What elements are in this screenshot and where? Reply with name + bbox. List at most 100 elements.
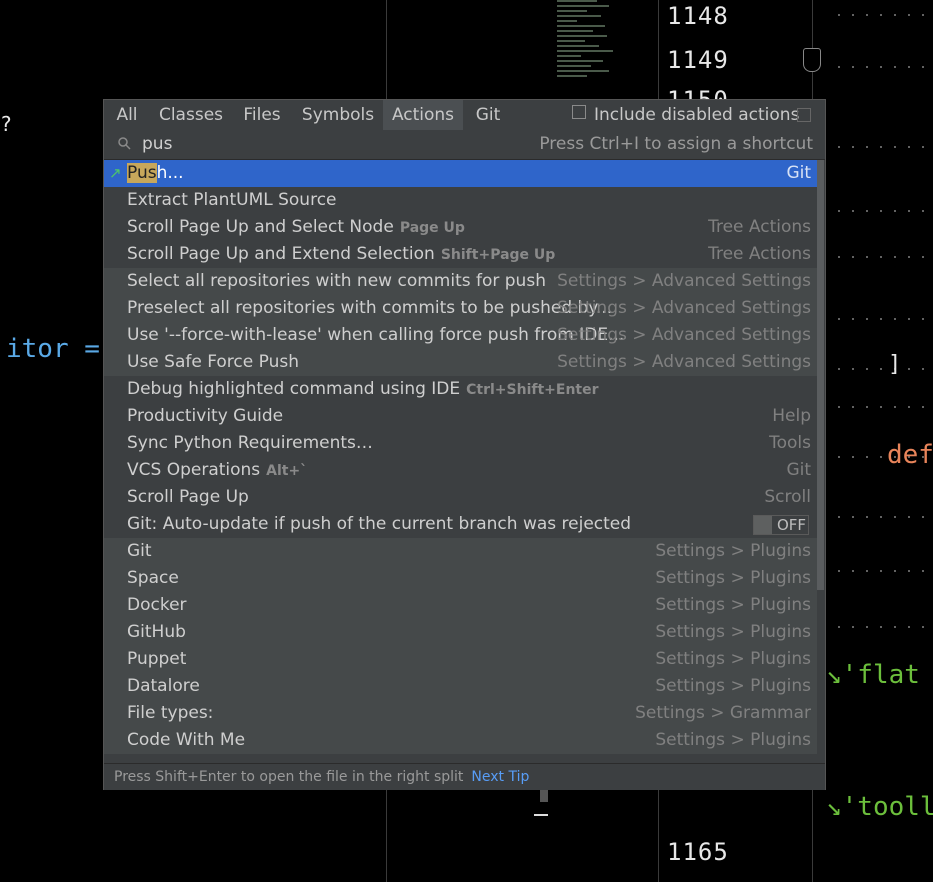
result-label-text: Scroll Page Up and Extend Selection	[127, 244, 435, 264]
result-label: VCS Operations Alt+`	[127, 457, 307, 485]
result-row[interactable]: Scroll Page Up and Extend Selection Shift…	[104, 241, 817, 268]
shortcut-hint: Press Ctrl+I to assign a shortcut	[539, 134, 813, 154]
result-category: Settings > Plugins	[655, 595, 811, 615]
pin-icon[interactable]	[797, 108, 811, 122]
minimap[interactable]	[557, 0, 617, 100]
result-row[interactable]: VCS Operations Alt+` Git	[104, 457, 817, 484]
whitespace-dots	[832, 146, 932, 148]
result-label-text: Scroll Page Up and Select Node	[127, 217, 394, 237]
tab-actions[interactable]: Actions	[383, 100, 463, 130]
result-label: Debug highlighted command using IDE Ctrl+…	[127, 376, 599, 404]
tab-classes[interactable]: Classes	[154, 100, 228, 130]
code-fragment: ↘'flat	[826, 660, 920, 690]
tab-symbols[interactable]: Symbols	[297, 100, 379, 130]
result-label-text: Productivity Guide	[127, 406, 284, 426]
footer-bar: Press Shift+Enter to open the file in th…	[104, 763, 825, 790]
push-arrow-icon: ↗	[109, 164, 122, 182]
result-label-text: Extract PlantUML Source	[127, 190, 337, 210]
result-label: Sync Python Requirements…	[127, 430, 373, 457]
result-row[interactable]: Space Settings > Plugins	[104, 565, 817, 592]
result-label-text: File types:	[127, 703, 214, 723]
fold-marker-icon[interactable]	[803, 48, 821, 72]
result-category: Settings > Plugins	[655, 541, 811, 561]
result-row[interactable]: Debug highlighted command using IDE Ctrl+…	[104, 376, 817, 403]
code-fragment: itor =	[6, 334, 100, 364]
result-row[interactable]: Puppet Settings > Plugins	[104, 646, 817, 673]
result-label-text: Debug highlighted command using IDE	[127, 379, 461, 399]
whitespace-dots	[832, 626, 932, 628]
whitespace-dots	[832, 318, 932, 320]
result-row[interactable]: Use Safe Force Push Settings > Advanced S…	[104, 349, 817, 376]
result-label: Use '--force-with-lease' when calling fo…	[127, 322, 624, 349]
result-label-text: Code With Me	[127, 730, 246, 750]
line-number: 1165	[667, 838, 729, 866]
footer-tip: Press Shift+Enter to open the file in th…	[114, 769, 464, 785]
results-scrollbar[interactable]	[817, 160, 824, 590]
line-number: 1149	[667, 46, 729, 74]
result-row[interactable]: Select all repositories with new commits…	[104, 268, 817, 295]
search-icon	[118, 137, 131, 150]
result-shortcut: Ctrl+Shift+Enter	[466, 382, 599, 398]
search-bar: pus Press Ctrl+I to assign a shortcut	[104, 130, 825, 160]
result-label: Git	[127, 538, 152, 565]
result-category: Settings > Plugins	[655, 622, 811, 642]
result-label: Extract PlantUML Source	[127, 187, 337, 214]
result-row[interactable]: Scroll Page Up Scroll	[104, 484, 817, 511]
result-label-text: Select all repositories with new commits…	[127, 271, 546, 291]
result-row[interactable]: Datalore Settings > Plugins	[104, 673, 817, 700]
result-label: GitHub	[127, 619, 186, 646]
result-label-text: Preselect all repositories with commits …	[127, 298, 613, 318]
code-fragment: ↘'tooll	[826, 792, 933, 822]
next-tip-link[interactable]: Next Tip	[471, 769, 529, 785]
tab-git[interactable]: Git	[470, 100, 506, 130]
result-row[interactable]: GitHub Settings > Plugins	[104, 619, 817, 646]
result-category: Settings > Advanced Settings	[557, 271, 811, 291]
result-label: Docker	[127, 592, 187, 619]
result-row[interactable]: Scroll Page Up and Select Node Page Up Tre…	[104, 214, 817, 241]
result-label-text: Sync Python Requirements…	[127, 433, 373, 453]
result-row[interactable]: Git Settings > Plugins	[104, 538, 817, 565]
result-label-text: Use '--force-with-lease' when calling fo…	[127, 325, 625, 345]
result-row[interactable]: Use '--force-with-lease' when calling fo…	[104, 322, 817, 349]
result-label: Scroll Page Up	[127, 484, 249, 511]
include-disabled-toggle[interactable]: Include disabled actions	[572, 100, 799, 130]
result-label: Datalore	[127, 673, 200, 700]
result-label-text: Scroll Page Up	[127, 487, 249, 507]
result-category: Settings > Plugins	[655, 568, 811, 588]
search-input[interactable]: pus	[142, 132, 172, 157]
result-row[interactable]: ↗ Push... Git	[104, 160, 817, 187]
include-disabled-label: Include disabled actions	[594, 105, 800, 125]
result-category: Settings > Plugins	[655, 649, 811, 669]
result-label: Scroll Page Up and Select Node Page Up	[127, 214, 465, 242]
result-row[interactable]: Productivity Guide Help	[104, 403, 817, 430]
result-row[interactable]: Docker Settings > Plugins	[104, 592, 817, 619]
result-label-text: Datalore	[127, 676, 200, 696]
tab-bar: All Classes Files Symbols Actions Git In…	[104, 100, 825, 130]
toggle-state: OFF	[776, 516, 806, 534]
result-row[interactable]: Sync Python Requirements… Tools	[104, 430, 817, 457]
result-label: Code With Me	[127, 727, 245, 754]
option-toggle-switch[interactable]: OFF	[753, 515, 809, 535]
code-fragment: ]	[888, 352, 902, 377]
whitespace-dots	[832, 66, 932, 68]
tab-all[interactable]: All	[108, 100, 146, 130]
result-label-rest: h...	[156, 163, 184, 183]
whitespace-dots	[832, 516, 932, 518]
result-category: Tree Actions	[708, 217, 811, 237]
result-row[interactable]: Git: Auto-update if push of the current …	[104, 511, 817, 538]
result-label: Select all repositories with new commits…	[127, 268, 546, 295]
search-everywhere-popup: All Classes Files Symbols Actions Git In…	[103, 99, 826, 790]
whitespace-dots	[832, 368, 932, 370]
result-label-text: Use Safe Force Push	[127, 352, 299, 372]
result-row[interactable]: File types: Settings > Grammar	[104, 700, 817, 727]
tab-files[interactable]: Files	[237, 100, 287, 130]
result-category: Tools	[769, 433, 811, 453]
include-disabled-checkbox[interactable]	[572, 105, 586, 119]
line-number: 1148	[667, 2, 729, 30]
result-row[interactable]: Code With Me Settings > Plugins	[104, 727, 817, 754]
result-category: Tree Actions	[708, 244, 811, 264]
result-row[interactable]: Preselect all repositories with commits …	[104, 295, 817, 322]
result-row[interactable]: Extract PlantUML Source	[104, 187, 817, 214]
result-label: Scroll Page Up and Extend Selection Shift…	[127, 241, 555, 269]
result-label-text: VCS Operations	[127, 460, 261, 480]
